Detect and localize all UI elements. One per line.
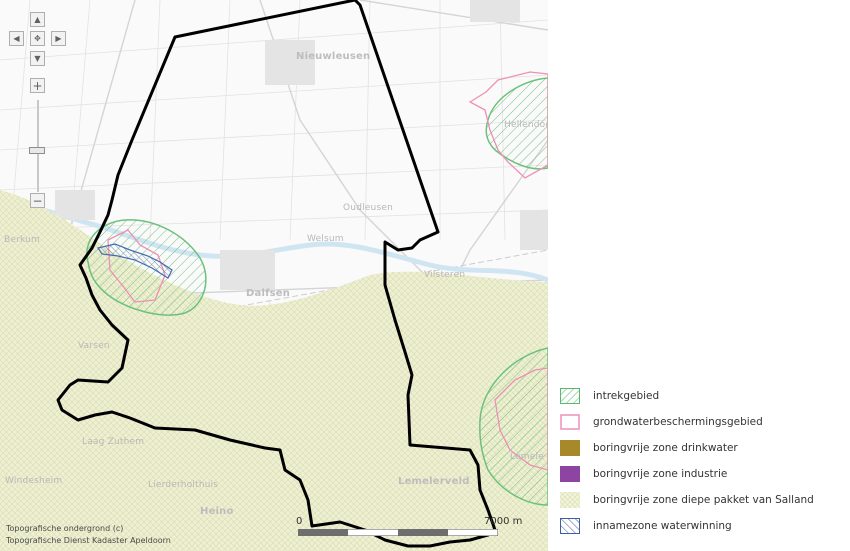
legend-label: intrekgebied [593,390,660,402]
map-viewport[interactable]: Nieuwleusen Oudleusen Welsum Dalfsen Vil… [0,0,548,551]
place-label-lierderholthuis: Lierderholthuis [148,480,219,490]
scale-start-label: 0 [296,516,303,527]
place-label-welsum: Welsum [307,234,344,244]
pink-outline-swatch-icon [560,414,580,430]
blue-hatch-swatch-icon [560,518,580,534]
legend-label: boringvrije zone diepe pakket van Sallan… [593,494,814,506]
map-canvas [0,0,548,551]
brown-fill-swatch-icon [560,440,580,456]
legend-item-boringvrije-salland: boringvrije zone diepe pakket van Sallan… [560,487,814,513]
pan-down-button[interactable]: ▼ [30,51,45,66]
scale-end-label: 7000 m [484,516,523,527]
place-label-vilsteren: Vilsteren [424,270,466,280]
pan-right-button[interactable]: ▶ [51,31,66,46]
place-label-laag-zuthem: Laag Zuthem [82,437,145,447]
legend-item-intrekgebied: intrekgebied [560,383,814,409]
legend-label: boringvrije zone industrie [593,468,728,480]
zoom-in-button[interactable]: + [30,78,45,93]
purple-fill-swatch-icon [560,466,580,482]
green-hatch-swatch-icon [560,388,580,404]
beige-crosshatch-swatch-icon [560,492,580,508]
place-label-lemelerveld: Lemelerveld [398,476,470,487]
legend-label: innamezone waterwinning [593,520,732,532]
legend-label: boringvrije zone drinkwater [593,442,738,454]
attribution-line-1: Topografische ondergrond (c) [6,524,124,533]
place-label-hessum: Varsen [78,341,110,351]
pan-up-button[interactable]: ▲ [30,12,45,27]
place-label-nieuwleusen: Nieuwleusen [296,51,371,62]
legend-item-boringvrije-drinkwater: boringvrije zone drinkwater [560,435,814,461]
zoom-slider-thumb[interactable] [29,147,45,154]
legend-item-boringvrije-industrie: boringvrije zone industrie [560,461,814,487]
legend: intrekgebied grondwaterbeschermingsgebie… [560,383,814,539]
pan-left-button[interactable]: ◀ [9,31,24,46]
legend-item-innamezone: innamezone waterwinning [560,513,814,539]
place-label-oudleusen: Oudleusen [343,203,393,213]
place-label-hellendoorn: Hellendoorn [504,120,548,130]
place-label-lemele: Lemele [510,452,544,462]
zoom-out-button[interactable]: − [30,193,45,208]
place-label-windesheim: Windesheim [5,476,63,486]
scale-bar [298,529,498,536]
pan-center-button[interactable]: ✥ [30,31,45,46]
zoom-slider-track[interactable] [37,100,39,192]
legend-item-grondwaterbeschermingsgebied: grondwaterbeschermingsgebied [560,409,814,435]
legend-label: grondwaterbeschermingsgebied [593,416,763,428]
place-label-heino: Heino [200,506,234,517]
attribution-line-2: Topografische Dienst Kadaster Apeldoorn [6,536,171,545]
salland-zone [0,190,548,551]
place-label-dalfsen: Dalfsen [246,288,291,299]
place-label-berkum: Berkum [4,235,41,245]
